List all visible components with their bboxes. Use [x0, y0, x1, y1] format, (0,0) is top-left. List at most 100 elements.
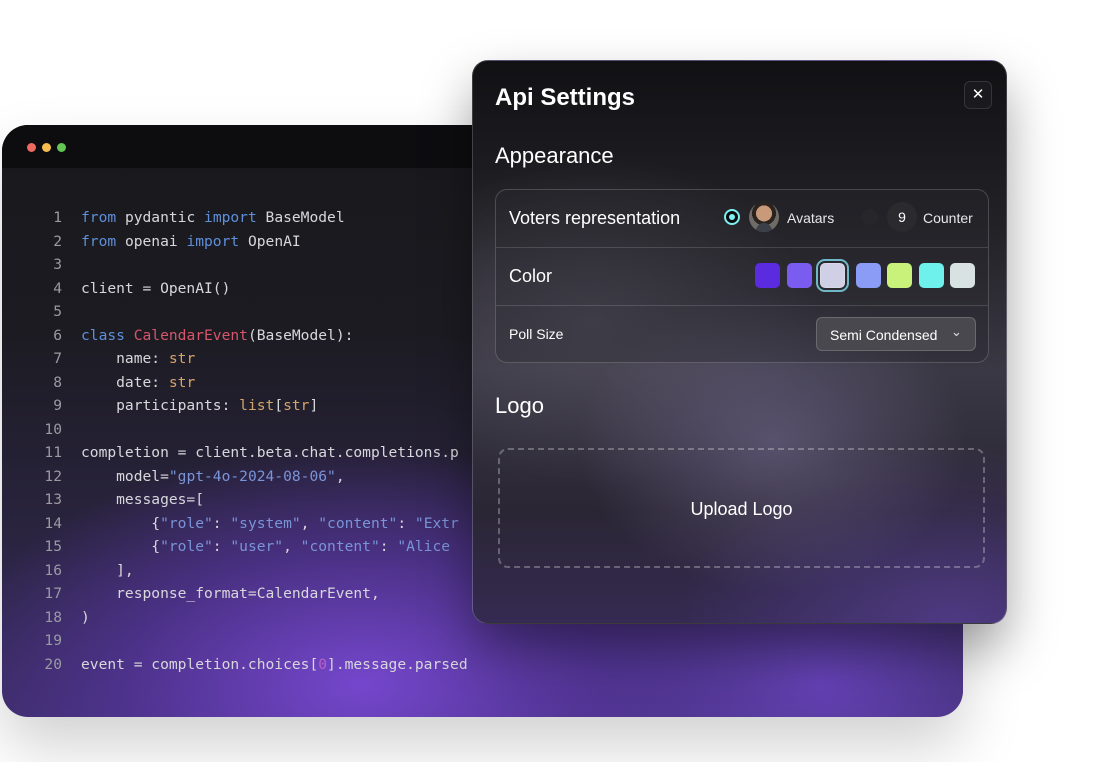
poll-size-value: Semi Condensed [830, 327, 938, 343]
color-label: Color [509, 266, 553, 286]
line-number: 10 [44, 420, 62, 438]
code-token: "gpt-4o-2024-08-06" [168, 467, 336, 485]
line-number: 13 [44, 491, 62, 508]
line-number: 8 [53, 373, 62, 391]
line-number: 3 [53, 256, 62, 273]
code-token: "content" [318, 514, 398, 532]
code-token: , [335, 467, 345, 485]
code-text: event = completion.choices[0].message.pa… [81, 656, 468, 673]
code-token: ], [81, 561, 134, 579]
color-swatch[interactable] [856, 263, 881, 288]
minimize-window-dot[interactable] [42, 143, 51, 152]
code-token: : [379, 538, 398, 555]
code-text: response_format=CalendarEvent, [81, 585, 380, 602]
code-token: class [81, 326, 125, 344]
code-token: "Alice [397, 538, 459, 555]
code-token: import [204, 209, 257, 226]
code-text: model="gpt-4o-2024-08-06", [81, 467, 345, 485]
close-icon: ✕ [971, 86, 985, 103]
voters-representation-row: Voters representation Avatars 9 Counter [496, 190, 988, 248]
appearance-panel: Voters representation Avatars 9 Counter … [495, 189, 989, 363]
chevron-down-icon: ⌄ [951, 324, 962, 339]
poll-size-select[interactable]: Semi Condensed ⌄ [816, 317, 976, 351]
maximize-window-dot[interactable] [57, 143, 66, 152]
code-token: [ [274, 397, 284, 414]
poll-size-row: Poll Size Semi Condensed ⌄ [496, 306, 988, 362]
code-token: from [81, 232, 117, 250]
code-token: : [397, 514, 415, 532]
code-token: completion = client.beta.chat.completion… [81, 444, 459, 461]
avatars-radio[interactable] [724, 209, 740, 225]
code-text: messages=[ [81, 491, 204, 508]
logo-heading: Logo [495, 393, 544, 418]
code-text: participants: list[str] [81, 397, 318, 414]
close-button[interactable]: ✕ [964, 81, 992, 109]
code-text: from pydantic import BaseModel [81, 209, 345, 226]
code-token: CalendarEvent [133, 326, 248, 344]
line-number: 9 [53, 397, 62, 414]
code-token: ) [81, 608, 90, 626]
code-token: (BaseModel): [247, 326, 354, 344]
appearance-heading: Appearance [495, 143, 614, 168]
code-token: "role" [160, 538, 213, 555]
line-number: 1 [53, 209, 62, 226]
line-number: 16 [44, 561, 62, 579]
upload-logo-label: Upload Logo [690, 499, 793, 519]
code-token: , [283, 538, 301, 555]
code-text: class CalendarEvent(BaseModel): [81, 327, 353, 344]
line-number: 14 [44, 514, 62, 532]
code-token: participants: [81, 397, 240, 414]
color-swatch[interactable] [816, 259, 849, 292]
code-text: client = OpenAI() [81, 280, 230, 297]
code-token: "role" [160, 514, 213, 532]
code-token: 0 [318, 655, 328, 673]
color-swatch[interactable] [950, 263, 975, 288]
code-text: completion = client.beta.chat.completion… [81, 444, 459, 461]
line-number: 20 [44, 655, 62, 673]
avatar [749, 202, 779, 232]
code-token: { [81, 538, 161, 555]
voters-representation-label: Voters representation [509, 208, 681, 228]
code-token: str [283, 397, 310, 414]
close-window-dot[interactable] [27, 143, 36, 152]
avatars-option-label[interactable]: Avatars [787, 210, 834, 226]
code-line: 19 [2, 632, 702, 655]
code-token: "Extr [414, 514, 459, 532]
counter-radio[interactable] [862, 209, 878, 225]
upload-logo-dropzone[interactable]: Upload Logo [498, 448, 985, 568]
code-token: OpenAI [239, 232, 301, 250]
counter-option-label[interactable]: Counter [923, 210, 973, 226]
poll-size-label: Poll Size [509, 326, 564, 342]
line-number: 12 [44, 467, 62, 485]
code-token: , [300, 514, 319, 532]
color-swatch[interactable] [755, 263, 780, 288]
color-swatch[interactable] [787, 263, 812, 288]
code-token: date: [81, 373, 169, 391]
code-text: {"role": "system", "content": "Extr [81, 515, 459, 532]
code-token: str [168, 350, 196, 367]
code-token: openai [116, 232, 187, 250]
code-text: {"role": "user", "content": "Alice [81, 538, 459, 555]
line-number: 7 [53, 350, 62, 367]
color-swatch[interactable] [887, 263, 912, 288]
color-row: Color [496, 248, 988, 306]
line-number: 5 [53, 303, 62, 320]
api-settings-dialog: Api Settings ✕ Appearance Voters represe… [472, 60, 1007, 624]
code-line: 20 event = completion.choices[0].message.… [2, 656, 702, 679]
code-token: "content" [300, 538, 380, 555]
line-number: 4 [53, 279, 62, 297]
code-token: ].message.parsed [327, 655, 468, 673]
line-number: 17 [44, 585, 62, 602]
line-number: 15 [44, 538, 62, 555]
code-token: messages=[ [81, 491, 205, 508]
color-swatch[interactable] [919, 263, 944, 288]
code-token: import [186, 232, 240, 250]
line-number: 11 [44, 444, 62, 461]
code-token: list [239, 397, 275, 414]
code-text: from openai import OpenAI [81, 233, 301, 250]
code-token: pydantic [116, 209, 205, 226]
code-token: from [81, 209, 117, 226]
code-token: client = OpenAI() [81, 279, 231, 297]
dialog-title: Api Settings [495, 84, 636, 111]
